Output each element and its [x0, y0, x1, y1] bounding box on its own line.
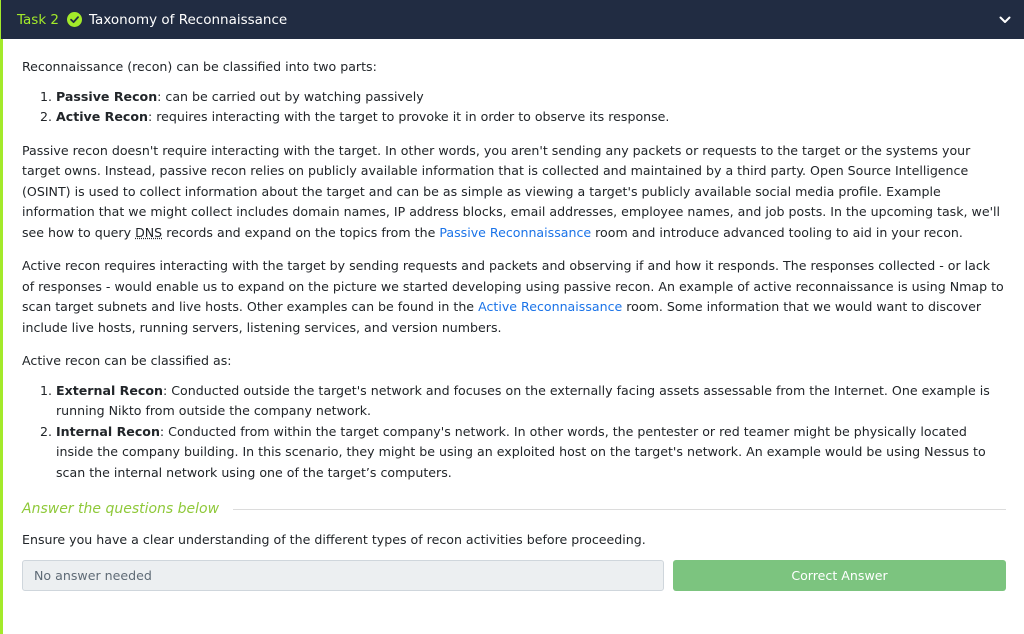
list-text: : Conducted outside the target's network…: [56, 382, 990, 419]
list-item: External Recon: Conducted outside the ta…: [56, 381, 1006, 422]
list-item: Passive Recon: can be carried out by wat…: [56, 87, 1006, 108]
recon-types-list: Passive Recon: can be carried out by wat…: [22, 87, 1006, 128]
classified-text: Active recon can be classified as:: [22, 353, 232, 368]
answer-heading-text: Answer the questions below: [22, 501, 220, 517]
list-item: Internal Recon: Conducted from within th…: [56, 422, 1006, 484]
active-recon-paragraph: Active recon requires interacting with t…: [22, 256, 1006, 338]
active-reconnaissance-link[interactable]: Active Reconnaissance: [478, 299, 622, 314]
task-number: Task 2: [17, 11, 60, 28]
list-item: Active Recon: requires interacting with …: [56, 107, 1006, 128]
answer-input[interactable]: [22, 560, 664, 591]
list-term: Internal Recon: [56, 423, 160, 439]
list-term: Passive Recon: [56, 88, 158, 104]
question-text: Ensure you have a clear understanding of…: [22, 532, 646, 547]
intro-text: Reconnaissance (recon) can be classified…: [22, 59, 377, 74]
passive-recon-paragraph: Passive recon doesn't require interactin…: [22, 141, 1006, 244]
list-text: : requires interacting with the target t…: [148, 109, 670, 124]
divider: [233, 508, 1006, 510]
chevron-down-icon[interactable]: [998, 13, 1012, 27]
list-term: Active Recon: [56, 109, 149, 124]
list-text: : can be carried out by watching passive…: [157, 88, 424, 104]
answer-section-heading: Answer the questions below: [22, 496, 1006, 522]
paragraph-text: records and expand on the topics from th…: [162, 224, 440, 240]
paragraph-text: room and introduce advanced tooling to a…: [591, 224, 963, 240]
task-content: Reconnaissance (recon) can be classified…: [0, 39, 1024, 634]
task-header[interactable]: Task 2 Taxonomy of Reconnaissance: [0, 0, 1024, 39]
correct-answer-button[interactable]: Correct Answer: [673, 560, 1006, 591]
check-circle-icon: [67, 12, 83, 27]
dns-abbreviation: DNS: [135, 224, 163, 240]
answer-row: Correct Answer: [22, 560, 1006, 591]
task-title: Taxonomy of Reconnaissance: [89, 11, 288, 28]
list-term: External Recon: [56, 382, 163, 398]
list-text: : Conducted from within the target compa…: [56, 423, 986, 480]
active-recon-types-list: External Recon: Conducted outside the ta…: [22, 381, 1006, 484]
passive-reconnaissance-link[interactable]: Passive Reconnaissance: [439, 225, 591, 240]
